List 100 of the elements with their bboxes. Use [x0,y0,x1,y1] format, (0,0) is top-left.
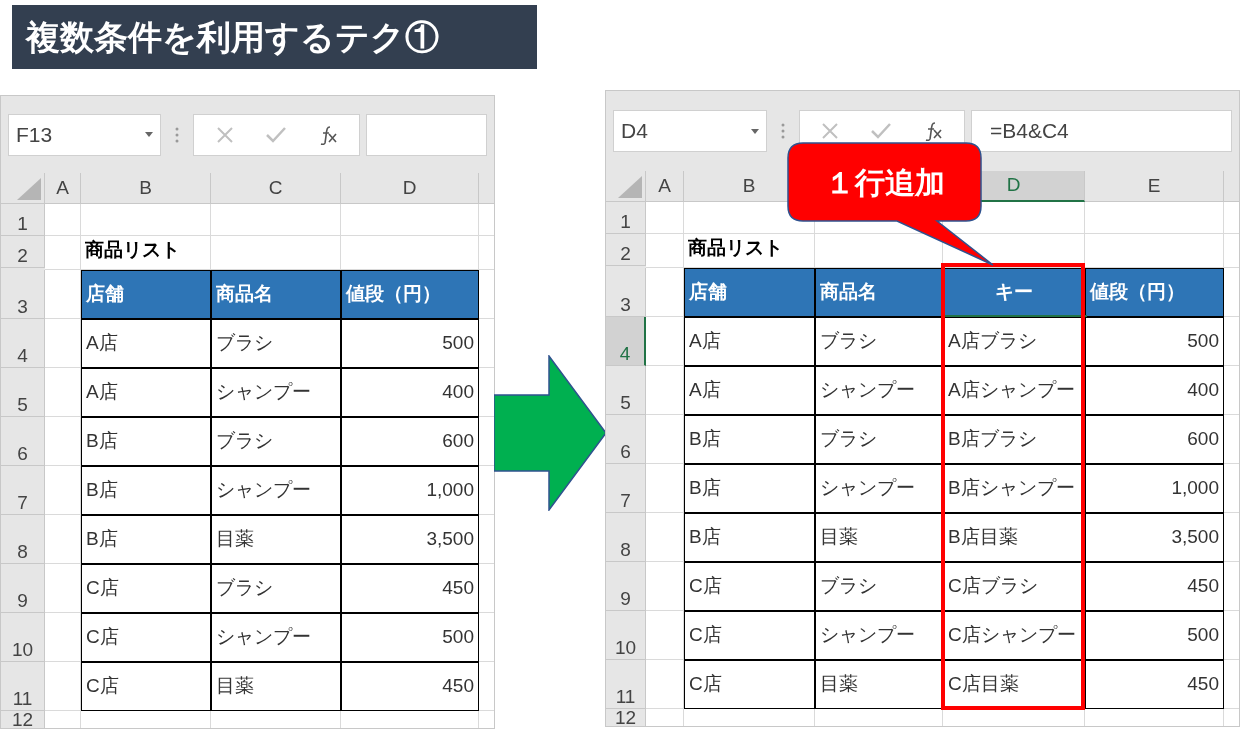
table-cell: C店 [81,661,211,711]
row-header[interactable]: 3 [606,267,646,317]
table-cell: 450 [341,563,479,613]
table-cell: 目薬 [211,661,341,711]
table-cell: B店 [684,414,815,464]
row-header[interactable]: 8 [606,512,646,562]
table-cell: C店 [81,563,211,613]
title-text: 複数条件を利用するテク① [26,16,439,58]
row-header[interactable]: 10 [606,610,646,660]
column-header[interactable]: A [646,171,684,202]
table-cell: シャンプー [211,367,341,417]
table-cell: 500 [1085,610,1224,660]
column-header[interactable]: D [341,173,479,204]
table-cell: A店 [684,365,815,415]
table-cell: シャンプー [815,365,943,415]
table-cell: 500 [341,318,479,368]
select-all-corner[interactable] [606,171,646,202]
column-header[interactable]: C [211,173,341,204]
table-cell: 3,500 [341,514,479,564]
row-header[interactable]: 11 [1,661,45,711]
table-cell: 1,000 [341,465,479,515]
name-box[interactable]: D4 [613,110,767,152]
table-cell: ブラシ [815,414,943,464]
callout-text: １行追加 [824,164,945,201]
corner-triangle-icon [17,178,41,200]
row-header[interactable]: 10 [1,612,45,662]
table-cell: 1,000 [1085,463,1224,513]
row-header[interactable]: 7 [606,463,646,513]
table-cell: 600 [1085,414,1224,464]
dropdown-caret-icon [751,128,759,134]
table-cell: ブラシ [815,316,943,366]
table-cell: 500 [341,612,479,662]
table-cell: 600 [341,416,479,466]
table-cell: 400 [341,367,479,417]
table-header-cell: 店舗 [684,267,815,317]
table-cell: B店 [81,465,211,515]
row-header[interactable]: 8 [1,514,45,564]
row-header[interactable]: 3 [1,269,45,319]
table-cell: A店 [81,318,211,368]
row-header[interactable]: 4 [1,318,45,368]
table-cell: 450 [1085,659,1224,709]
table-cell: A店 [81,367,211,417]
table-cell: 目薬 [815,659,943,709]
row-header[interactable]: 1 [606,202,646,234]
column-header[interactable]: A [45,173,81,204]
table-cell: C店 [684,610,815,660]
table-cell: シャンプー [211,465,341,515]
table-cell: 500 [1085,316,1224,366]
row-header[interactable]: 1 [1,204,45,236]
cancel-icon[interactable] [215,125,234,144]
formula-text: =B4&C4 [990,118,1069,145]
table-cell: C店 [684,659,815,709]
table-cell: A店 [684,316,815,366]
column-header[interactable]: E [1085,171,1224,202]
cell-reference: F13 [16,121,53,148]
row-header[interactable]: 2 [606,234,646,266]
table-cell: 目薬 [815,512,943,562]
name-box[interactable]: F13 [8,113,161,156]
table-cell: 450 [341,661,479,711]
table-cell: B店 [81,514,211,564]
table-cell: 400 [1085,365,1224,415]
row-header[interactable]: 6 [606,414,646,464]
table-header-cell: 商品名 [815,267,943,317]
table-cell: C店 [684,561,815,611]
select-all-corner[interactable] [1,173,45,204]
checkmark-icon[interactable] [264,125,287,144]
row-header[interactable]: 9 [606,561,646,611]
table-cell: ブラシ [211,416,341,466]
row-header[interactable]: 11 [606,659,646,709]
checkmark-icon[interactable] [870,122,892,140]
row-header[interactable]: 2 [1,236,45,268]
table-cell: ブラシ [815,561,943,611]
dropdown-caret-icon [145,132,153,137]
cell-reference: D4 [621,118,648,145]
formula-bar[interactable]: =B4&C4 [971,110,1232,152]
cancel-icon[interactable] [821,122,840,140]
table-cell: B店 [81,416,211,466]
drag-handle-icon [781,123,785,139]
formula-bar[interactable] [366,113,487,156]
table-cell: 3,500 [1085,512,1224,562]
row-header[interactable]: 5 [606,365,646,415]
row-header[interactable]: 7 [1,465,45,515]
table-header-cell: 値段（円） [1085,267,1224,317]
table-header-cell: 商品名 [211,269,341,319]
column-header[interactable]: B [81,173,211,204]
corner-triangle-icon [618,176,642,198]
table-title: 商品リスト [85,238,180,262]
table-cell: 450 [1085,561,1224,611]
table-cell: B店 [684,463,815,513]
table-cell: B店 [684,512,815,562]
row-header[interactable]: 4 [606,316,646,366]
drag-handle-icon [175,126,179,143]
table-cell: ブラシ [211,563,341,613]
row-header[interactable]: 5 [1,367,45,417]
table-cell: ブラシ [211,318,341,368]
row-header[interactable]: 6 [1,416,45,466]
table-cell: 目薬 [211,514,341,564]
table-title: 商品リスト [688,236,783,260]
table-header-cell: 店舗 [81,269,211,319]
row-header[interactable]: 9 [1,563,45,613]
